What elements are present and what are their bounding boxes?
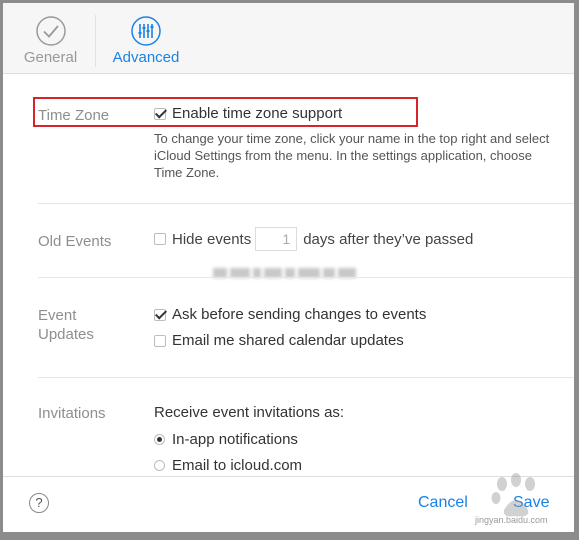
ask-before-sending-checkbox[interactable] (154, 308, 166, 321)
email-shared-updates-row[interactable]: Email me shared calendar updates (154, 332, 404, 349)
invitations-label: Invitations (38, 405, 106, 422)
event-updates-label-line1: Event (38, 307, 77, 324)
highlight-box (33, 97, 418, 127)
ask-before-sending-label: Ask before sending changes to events (172, 306, 427, 323)
invitations-prompt-text: Receive event invitations as: (154, 404, 345, 421)
email-invitations-radio[interactable] (154, 460, 165, 471)
hide-events-label: Hide events (172, 230, 252, 248)
sliders-icon (131, 16, 161, 46)
old-events-row: Hide events 1 days after they’ve passed (154, 227, 473, 251)
section-divider (38, 377, 574, 378)
section-divider (38, 203, 574, 204)
days-suffix-label: days after they’ve passed (303, 230, 474, 248)
ask-before-sending-row[interactable]: Ask before sending changes to events (154, 306, 426, 323)
in-app-notifications-row[interactable]: In-app notifications (154, 431, 298, 448)
email-invitations-label: Email to icloud.com (172, 457, 303, 474)
in-app-notifications-radio[interactable] (154, 434, 165, 445)
email-shared-updates-label: Email me shared calendar updates (172, 332, 404, 349)
email-invitations-row[interactable]: Email to icloud.com (154, 457, 302, 474)
event-updates-label-line2: Updates (38, 326, 94, 343)
preferences-toolbar: General Advanced (3, 3, 574, 74)
watermark-text: jingyan.baidu.com (475, 515, 548, 525)
days-input[interactable]: 1 (255, 227, 298, 251)
tab-advanced[interactable]: Advanced (103, 3, 189, 73)
tab-general-label: General (23, 49, 78, 66)
advanced-settings-dialog: General Advanced Time Zone Enable time z… (3, 3, 574, 532)
checkmark-circle-icon (35, 16, 66, 46)
in-app-notifications-label: In-app notifications (172, 431, 298, 448)
email-shared-updates-checkbox[interactable] (154, 334, 166, 347)
tab-advanced-label: Advanced (112, 49, 180, 66)
time-zone-description: To change your time zone, click your nam… (154, 131, 550, 180)
tab-general[interactable]: General (13, 3, 88, 73)
tab-divider (95, 15, 96, 67)
old-events-label: Old Events (38, 233, 112, 250)
settings-content[interactable]: Time Zone Enable time zone support To ch… (3, 74, 574, 474)
cancel-button[interactable]: Cancel (418, 494, 468, 512)
blurred-watermark (213, 264, 383, 282)
section-divider (38, 277, 574, 278)
event-updates-label: Event Updates (38, 306, 94, 344)
help-button[interactable]: ? (29, 493, 49, 513)
invitations-prompt: Receive event invitations as: (154, 404, 344, 421)
hide-events-checkbox[interactable] (154, 233, 166, 245)
